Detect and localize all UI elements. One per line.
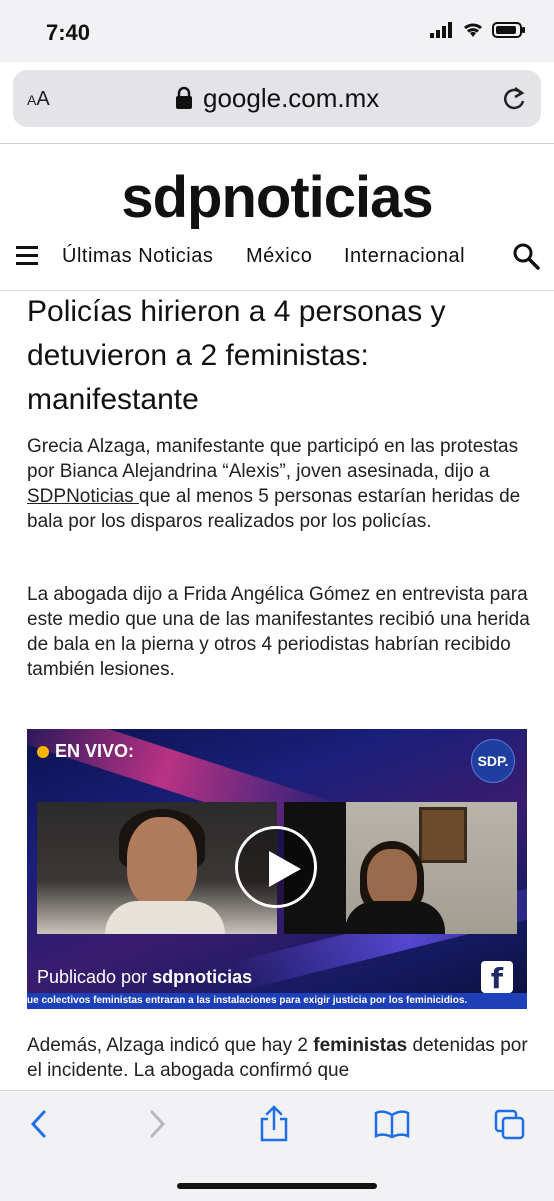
battery-icon xyxy=(492,22,525,38)
paragraph-text: Grecia Alzaga, manifestante que particip… xyxy=(27,436,519,482)
article-headline: Policías hirieron a 4 personas y detuvie… xyxy=(27,295,446,416)
nav-item-mexico[interactable]: México xyxy=(246,245,312,268)
published-prefix: Publicado por xyxy=(37,967,153,987)
news-ticker: ue colectivos feministas entraran a las … xyxy=(27,993,527,1009)
live-badge: EN VIVO: xyxy=(37,741,134,762)
article-paragraph-3: Además, Alzaga indicó que hay 2 feminist… xyxy=(27,1033,532,1083)
play-icon[interactable] xyxy=(235,826,317,908)
book-icon[interactable] xyxy=(374,1109,410,1139)
site-nav: Últimas Noticias México Internacional xyxy=(0,240,554,274)
nav-item-ultimas-noticias[interactable]: Últimas Noticias xyxy=(62,245,213,268)
menu-icon[interactable] xyxy=(16,246,38,266)
status-bar: 7:40 xyxy=(0,0,554,62)
article-paragraph-1: Grecia Alzaga, manifestante que particip… xyxy=(27,434,532,534)
text-size-button[interactable]: AA xyxy=(27,88,50,111)
live-dot-icon xyxy=(37,745,49,758)
live-label: EN VIVO: xyxy=(55,741,135,761)
tabs-icon[interactable] xyxy=(494,1109,526,1141)
paragraph-bold-text: feministas xyxy=(313,1035,408,1056)
reload-icon[interactable] xyxy=(501,85,527,113)
sdpnoticias-link[interactable]: SDPNoticias xyxy=(27,486,139,507)
wifi-icon xyxy=(464,23,482,37)
wall-portrait xyxy=(419,807,467,863)
url-text[interactable]: google.com.mx xyxy=(203,83,379,114)
chevron-right-icon[interactable] xyxy=(146,1109,168,1139)
home-indicator xyxy=(177,1183,377,1189)
person-left xyxy=(127,817,197,907)
share-icon[interactable] xyxy=(258,1105,290,1143)
published-by: Publicado por sdpnoticias xyxy=(37,967,252,988)
article-paragraph-2: La abogada dijo a Frida Angélica Gómez e… xyxy=(27,584,530,680)
status-time: 7:40 xyxy=(46,20,91,45)
status-icons xyxy=(430,22,526,38)
divider xyxy=(0,143,554,144)
chevron-left-icon[interactable] xyxy=(28,1109,50,1139)
person-right xyxy=(367,849,417,909)
address-bar[interactable]: AA google.com.mx xyxy=(13,70,541,127)
search-icon[interactable] xyxy=(512,242,540,270)
cellular-signal-icon xyxy=(430,22,452,38)
lock-icon xyxy=(176,86,192,109)
nav-item-internacional[interactable]: Internacional xyxy=(344,245,465,268)
publisher-name[interactable]: sdpnoticias xyxy=(152,967,252,987)
video-player[interactable]: EN VIVO: SDP. Publicado por sdpnoticias … xyxy=(27,729,527,1009)
sdp-logo-badge: SDP. xyxy=(471,739,515,783)
site-logo[interactable]: sdpnoticias xyxy=(0,164,554,231)
paragraph-text: Además, Alzaga indicó que hay 2 xyxy=(27,1035,314,1056)
facebook-icon[interactable]: f xyxy=(481,961,513,995)
